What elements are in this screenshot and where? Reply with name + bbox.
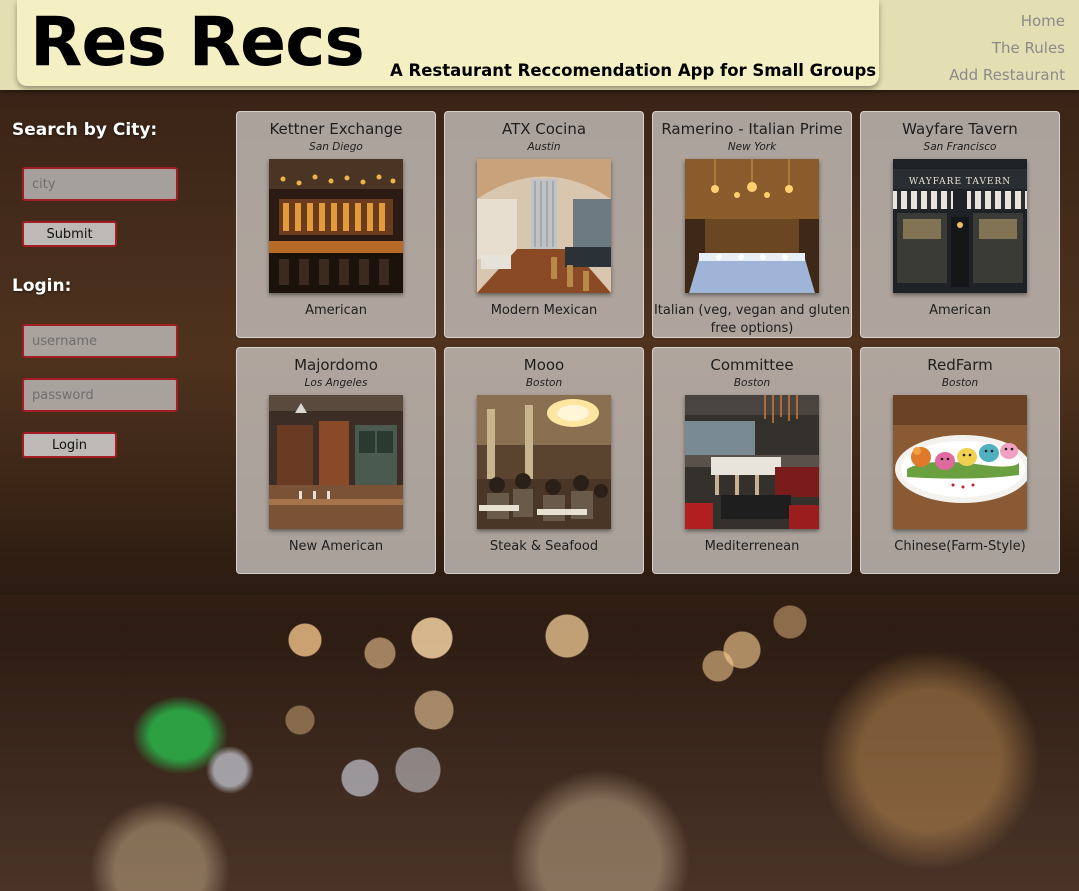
restaurant-name: Committee <box>710 356 794 374</box>
top-nav: Home The Rules Add Restaurant <box>949 8 1065 89</box>
search-heading: Search by City: <box>12 120 158 140</box>
restaurant-card[interactable]: RedFarm Boston Chinese(Farm-Style) <box>860 347 1060 574</box>
restaurant-name: RedFarm <box>927 356 993 374</box>
restaurant-cuisine: American <box>929 303 991 318</box>
restaurant-photo <box>893 395 1027 529</box>
restaurant-name: Majordomo <box>294 356 378 374</box>
nav-link-home[interactable]: Home <box>949 8 1065 35</box>
restaurant-photo <box>685 159 819 293</box>
submit-button[interactable]: Submit <box>22 221 117 247</box>
restaurant-cuisine: Mediterrenean <box>704 539 800 554</box>
login-button[interactable]: Login <box>22 432 117 458</box>
restaurant-city: Boston <box>733 377 771 389</box>
title-box: Res Recs A Restaurant Reccomendation App… <box>17 0 879 86</box>
restaurant-city: Boston <box>525 377 563 389</box>
restaurant-grid: Kettner Exchange San Diego American ATX … <box>236 111 1060 574</box>
restaurant-city: New York <box>727 141 777 153</box>
restaurant-card[interactable]: Ramerino - Italian Prime New York Italia… <box>652 111 852 338</box>
username-input[interactable] <box>22 324 178 358</box>
restaurant-card[interactable]: Mooo Boston Steak & Seafood <box>444 347 644 574</box>
restaurant-name: Kettner Exchange <box>269 120 403 138</box>
login-heading: Login: <box>12 276 72 296</box>
password-input[interactable] <box>22 378 178 412</box>
restaurant-card[interactable]: Kettner Exchange San Diego American <box>236 111 436 338</box>
restaurant-photo <box>685 395 819 529</box>
restaurant-city: San Francisco <box>923 141 997 153</box>
nav-link-the-rules[interactable]: The Rules <box>949 35 1065 62</box>
app-subtitle: A Restaurant Reccomendation App for Smal… <box>390 61 877 80</box>
restaurant-name: Ramerino - Italian Prime <box>661 120 843 138</box>
restaurant-cuisine: Modern Mexican <box>490 303 598 318</box>
restaurant-card[interactable]: Majordomo Los Angeles New American <box>236 347 436 574</box>
restaurant-cuisine: Italian (veg, vegan and gluten free opti… <box>653 303 851 336</box>
restaurant-name: Mooo <box>523 356 565 374</box>
restaurant-card[interactable]: ATX Cocina Austin Modern Mexican <box>444 111 644 338</box>
header-banner: Res Recs A Restaurant Reccomendation App… <box>0 0 1079 90</box>
restaurant-city: San Diego <box>309 141 363 153</box>
restaurant-cuisine: New American <box>288 539 384 554</box>
restaurant-cuisine: American <box>305 303 367 318</box>
restaurant-photo <box>477 159 611 293</box>
restaurant-city: Boston <box>941 377 979 389</box>
restaurant-photo <box>269 159 403 293</box>
restaurant-cuisine: Chinese(Farm-Style) <box>894 539 1026 554</box>
restaurant-card[interactable]: Committee Boston Mediterrenean <box>652 347 852 574</box>
restaurant-name: Wayfare Tavern <box>902 120 1018 138</box>
restaurant-name: ATX Cocina <box>501 120 587 138</box>
app-title: Res Recs <box>30 3 365 82</box>
city-input[interactable] <box>22 167 178 201</box>
restaurant-city: Los Angeles <box>304 377 368 389</box>
nav-link-add-restaurant[interactable]: Add Restaurant <box>949 62 1065 89</box>
svg-text:WAYFARE TAVERN: WAYFARE TAVERN <box>909 177 1011 187</box>
restaurant-card[interactable]: Wayfare Tavern San Francisco WAYFARE TAV… <box>860 111 1060 338</box>
restaurant-cuisine: Steak & Seafood <box>489 539 599 554</box>
restaurant-city: Austin <box>527 141 561 153</box>
restaurant-photo <box>477 395 611 529</box>
restaurant-photo: WAYFARE TAVERN <box>893 159 1027 293</box>
restaurant-photo <box>269 395 403 529</box>
